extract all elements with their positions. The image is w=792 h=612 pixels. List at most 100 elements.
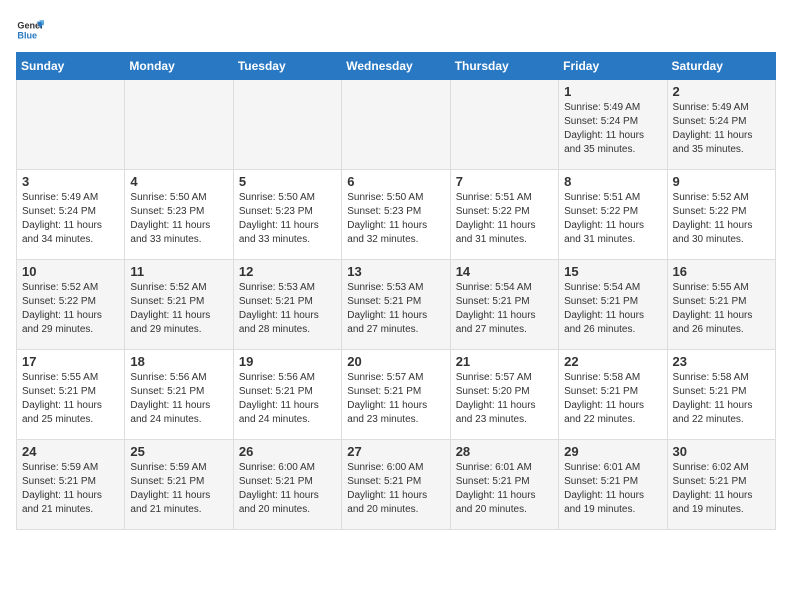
calendar-cell: 28Sunrise: 6:01 AM Sunset: 5:21 PM Dayli… — [450, 440, 558, 530]
day-number: 29 — [564, 444, 661, 459]
day-number: 4 — [130, 174, 227, 189]
day-number: 10 — [22, 264, 119, 279]
day-info: Sunrise: 5:50 AM Sunset: 5:23 PM Dayligh… — [130, 191, 227, 247]
day-header-friday: Friday — [559, 53, 667, 80]
day-number: 26 — [239, 444, 336, 459]
logo: General Blue — [16, 16, 44, 44]
day-header-tuesday: Tuesday — [233, 53, 341, 80]
day-number: 12 — [239, 264, 336, 279]
day-info: Sunrise: 5:55 AM Sunset: 5:21 PM Dayligh… — [22, 371, 119, 427]
day-number: 11 — [130, 264, 227, 279]
calendar-cell: 15Sunrise: 5:54 AM Sunset: 5:21 PM Dayli… — [559, 260, 667, 350]
svg-text:Blue: Blue — [17, 30, 37, 40]
day-info: Sunrise: 5:52 AM Sunset: 5:22 PM Dayligh… — [22, 281, 119, 337]
calendar-cell — [17, 80, 125, 170]
calendar-cell: 25 Sunrise: 5:59 AM Sunset: 5:21 PM Dayli… — [125, 440, 233, 530]
calendar-cell: 21 Sunrise: 5:57 AM Sunset: 5:20 PM Dayli… — [450, 350, 558, 440]
calendar-cell: 10 Sunrise: 5:52 AM Sunset: 5:22 PM Dayli… — [17, 260, 125, 350]
day-number: 5 — [239, 174, 336, 189]
day-number: 7 — [456, 174, 553, 189]
calendar-cell: 26 Sunrise: 6:00 AM Sunset: 5:21 PM Dayli… — [233, 440, 341, 530]
calendar-cell: 30 Sunrise: 6:02 AM Sunset: 5:21 PM Dayli… — [667, 440, 775, 530]
day-info: Sunrise: 5:53 AM Sunset: 5:21 PM Dayligh… — [239, 281, 336, 337]
day-info: Sunrise: 5:54 AM Sunset: 5:21 PM Dayligh… — [456, 281, 553, 337]
calendar-cell: 3 Sunrise: 5:49 AM Sunset: 5:24 PM Daylig… — [17, 170, 125, 260]
calendar-cell: 19Sunrise: 5:56 AM Sunset: 5:21 PM Dayli… — [233, 350, 341, 440]
calendar-cell — [233, 80, 341, 170]
day-header-sunday: Sunday — [17, 53, 125, 80]
day-number: 9 — [673, 174, 770, 189]
day-number: 2 — [673, 84, 770, 99]
day-info: Sunrise: 5:51 AM Sunset: 5:22 PM Dayligh… — [564, 191, 661, 247]
day-number: 16 — [673, 264, 770, 279]
calendar-cell: 6 Sunrise: 5:50 AM Sunset: 5:23 PM Daylig… — [342, 170, 450, 260]
day-info: Sunrise: 5:53 AM Sunset: 5:21 PM Dayligh… — [347, 281, 444, 337]
day-info: Sunrise: 6:00 AM Sunset: 5:21 PM Dayligh… — [239, 461, 336, 517]
calendar-cell: 16 Sunrise: 5:55 AM Sunset: 5:21 PM Dayli… — [667, 260, 775, 350]
logo-icon: General Blue — [16, 16, 44, 44]
day-number: 19 — [239, 354, 336, 369]
day-info: Sunrise: 5:57 AM Sunset: 5:20 PM Dayligh… — [456, 371, 553, 427]
calendar-cell: 23 Sunrise: 5:58 AM Sunset: 5:21 PM Dayli… — [667, 350, 775, 440]
day-info: Sunrise: 5:59 AM Sunset: 5:21 PM Dayligh… — [22, 461, 119, 517]
calendar-cell: 18Sunrise: 5:56 AM Sunset: 5:21 PM Dayli… — [125, 350, 233, 440]
day-info: Sunrise: 5:58 AM Sunset: 5:21 PM Dayligh… — [564, 371, 661, 427]
calendar-cell: 1 Sunrise: 5:49 AM Sunset: 5:24 PM Daylig… — [559, 80, 667, 170]
calendar-cell: 27 Sunrise: 6:00 AM Sunset: 5:21 PM Dayli… — [342, 440, 450, 530]
calendar-cell: 5 Sunrise: 5:50 AM Sunset: 5:23 PM Daylig… — [233, 170, 341, 260]
day-number: 30 — [673, 444, 770, 459]
calendar-cell: 8 Sunrise: 5:51 AM Sunset: 5:22 PM Daylig… — [559, 170, 667, 260]
day-header-saturday: Saturday — [667, 53, 775, 80]
day-info: Sunrise: 5:49 AM Sunset: 5:24 PM Dayligh… — [22, 191, 119, 247]
calendar-cell: 12 Sunrise: 5:53 AM Sunset: 5:21 PM Dayli… — [233, 260, 341, 350]
day-number: 14 — [456, 264, 553, 279]
calendar-cell — [342, 80, 450, 170]
day-info: Sunrise: 5:55 AM Sunset: 5:21 PM Dayligh… — [673, 281, 770, 337]
calendar-cell: 22 Sunrise: 5:58 AM Sunset: 5:21 PM Dayli… — [559, 350, 667, 440]
calendar-cell: 4 Sunrise: 5:50 AM Sunset: 5:23 PM Daylig… — [125, 170, 233, 260]
day-number: 20 — [347, 354, 444, 369]
day-number: 27 — [347, 444, 444, 459]
day-info: Sunrise: 5:50 AM Sunset: 5:23 PM Dayligh… — [347, 191, 444, 247]
calendar-cell: 20 Sunrise: 5:57 AM Sunset: 5:21 PM Dayli… — [342, 350, 450, 440]
day-info: Sunrise: 5:50 AM Sunset: 5:23 PM Dayligh… — [239, 191, 336, 247]
calendar-header-row: SundayMondayTuesdayWednesdayThursdayFrid… — [17, 53, 776, 80]
calendar-cell — [125, 80, 233, 170]
day-info: Sunrise: 6:02 AM Sunset: 5:21 PM Dayligh… — [673, 461, 770, 517]
day-number: 23 — [673, 354, 770, 369]
day-number: 8 — [564, 174, 661, 189]
day-number: 21 — [456, 354, 553, 369]
calendar-cell: 14 Sunrise: 5:54 AM Sunset: 5:21 PM Dayli… — [450, 260, 558, 350]
calendar-cell — [450, 80, 558, 170]
week-row-5: 24 Sunrise: 5:59 AM Sunset: 5:21 PM Dayli… — [17, 440, 776, 530]
day-info: Sunrise: 5:57 AM Sunset: 5:21 PM Dayligh… — [347, 371, 444, 427]
day-info: Sunrise: 6:01 AM Sunset: 5:21 PM Dayligh… — [456, 461, 553, 517]
week-row-2: 3 Sunrise: 5:49 AM Sunset: 5:24 PM Daylig… — [17, 170, 776, 260]
day-number: 1 — [564, 84, 661, 99]
day-info: Sunrise: 5:59 AM Sunset: 5:21 PM Dayligh… — [130, 461, 227, 517]
day-info: Sunrise: 5:49 AM Sunset: 5:24 PM Dayligh… — [564, 101, 661, 157]
week-row-4: 17Sunrise: 5:55 AM Sunset: 5:21 PM Dayli… — [17, 350, 776, 440]
calendar-cell: 9 Sunrise: 5:52 AM Sunset: 5:22 PM Daylig… — [667, 170, 775, 260]
day-number: 13 — [347, 264, 444, 279]
day-number: 25 — [130, 444, 227, 459]
day-info: Sunrise: 5:51 AM Sunset: 5:22 PM Dayligh… — [456, 191, 553, 247]
day-header-monday: Monday — [125, 53, 233, 80]
day-info: Sunrise: 5:58 AM Sunset: 5:21 PM Dayligh… — [673, 371, 770, 427]
calendar-cell: 13 Sunrise: 5:53 AM Sunset: 5:21 PM Dayli… — [342, 260, 450, 350]
day-number: 15 — [564, 264, 661, 279]
day-number: 22 — [564, 354, 661, 369]
day-number: 3 — [22, 174, 119, 189]
day-info: Sunrise: 5:49 AM Sunset: 5:24 PM Dayligh… — [673, 101, 770, 157]
calendar-cell: 29Sunrise: 6:01 AM Sunset: 5:21 PM Dayli… — [559, 440, 667, 530]
day-info: Sunrise: 6:00 AM Sunset: 5:21 PM Dayligh… — [347, 461, 444, 517]
page-header: General Blue — [16, 16, 776, 44]
day-number: 24 — [22, 444, 119, 459]
calendar-body: 1 Sunrise: 5:49 AM Sunset: 5:24 PM Daylig… — [17, 80, 776, 530]
day-number: 6 — [347, 174, 444, 189]
calendar-cell: 7 Sunrise: 5:51 AM Sunset: 5:22 PM Daylig… — [450, 170, 558, 260]
day-info: Sunrise: 5:52 AM Sunset: 5:21 PM Dayligh… — [130, 281, 227, 337]
day-info: Sunrise: 5:52 AM Sunset: 5:22 PM Dayligh… — [673, 191, 770, 247]
week-row-3: 10 Sunrise: 5:52 AM Sunset: 5:22 PM Dayli… — [17, 260, 776, 350]
day-header-wednesday: Wednesday — [342, 53, 450, 80]
